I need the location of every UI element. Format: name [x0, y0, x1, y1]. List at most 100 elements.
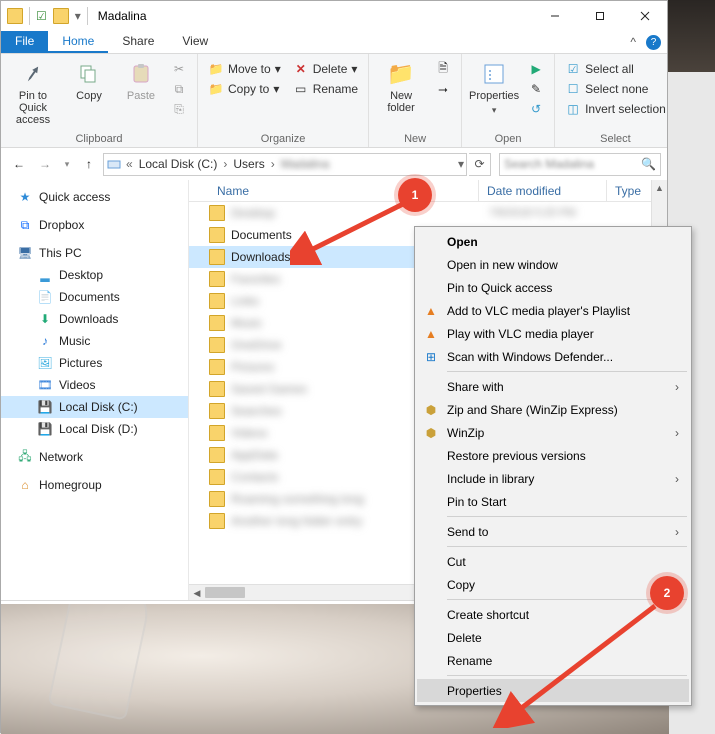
ctx-vlc-play[interactable]: ▲Play with VLC media player — [417, 322, 689, 345]
nav-homegroup[interactable]: ⌂Homegroup — [1, 474, 188, 496]
nav-network[interactable]: 🖧Network — [1, 446, 188, 468]
file-tab[interactable]: File — [1, 31, 48, 53]
ctx-vlc-playlist[interactable]: ▲Add to VLC media player's Playlist — [417, 299, 689, 322]
invert-selection-button[interactable]: ◫Invert selection — [561, 100, 670, 118]
nav-videos[interactable]: 🎞Videos — [1, 374, 188, 396]
ctx-delete[interactable]: Delete — [417, 626, 689, 649]
properties-button[interactable]: Properties▾ — [468, 58, 520, 116]
qa-dropdown-icon[interactable]: ▾ — [75, 9, 81, 23]
column-name[interactable]: Name — [189, 180, 479, 201]
copy-to-button[interactable]: 📁Copy to ▾ — [204, 80, 285, 98]
ctx-zip-share[interactable]: ⬢Zip and Share (WinZip Express) — [417, 398, 689, 421]
nav-documents[interactable]: 📄Documents — [1, 286, 188, 308]
nav-quick-access[interactable]: ★Quick access — [1, 186, 188, 208]
folder-icon — [53, 8, 69, 24]
nav-this-pc[interactable]: 🖥This PC — [1, 242, 188, 264]
ctx-cut[interactable]: Cut — [417, 550, 689, 573]
folder-move-icon: 📁 — [208, 61, 224, 77]
scroll-left-icon[interactable]: ◀ — [189, 585, 205, 601]
folder-copy-icon: 📁 — [208, 81, 224, 97]
scroll-up-icon[interactable]: ▲ — [652, 180, 667, 196]
nav-pictures[interactable]: 🖼Pictures — [1, 352, 188, 374]
breadcrumb-c0[interactable]: Local Disk (C:) — [135, 157, 222, 171]
ctx-copy[interactable]: Copy — [417, 573, 689, 596]
folder-icon — [209, 293, 225, 309]
nav-desktop[interactable]: ▂Desktop — [1, 264, 188, 286]
chevron-right-icon: › — [675, 525, 679, 539]
chevron-right-icon: › — [675, 380, 679, 394]
pc-icon: 🖥 — [17, 245, 33, 261]
new-folder-button[interactable]: 📁 New folder — [375, 58, 427, 114]
new-folder-icon: 📁 — [387, 60, 415, 88]
nav-music[interactable]: ♪Music — [1, 330, 188, 352]
up-button[interactable]: ↑ — [77, 152, 101, 176]
collapse-ribbon-icon[interactable]: ^ — [624, 31, 642, 53]
ctx-rename[interactable]: Rename — [417, 649, 689, 672]
chevron-right-icon: › — [675, 426, 679, 440]
ctx-send-to[interactable]: Send to› — [417, 520, 689, 543]
pin-icon — [19, 60, 47, 88]
recent-locations-button[interactable]: ▾ — [59, 152, 75, 176]
minimize-button[interactable] — [532, 2, 577, 30]
back-button[interactable]: ← — [7, 152, 31, 176]
new-item-button[interactable]: 🗎 — [431, 60, 455, 78]
help-icon[interactable]: ? — [646, 35, 661, 50]
nav-disk-c[interactable]: 💾Local Disk (C:) — [1, 396, 188, 418]
search-icon: 🔍 — [641, 157, 656, 171]
scroll-thumb[interactable] — [205, 587, 245, 598]
ctx-open[interactable]: Open — [417, 230, 689, 253]
tab-home[interactable]: Home — [48, 31, 108, 53]
folder-icon — [209, 513, 225, 529]
nav-disk-d[interactable]: 💾Local Disk (D:) — [1, 418, 188, 440]
homegroup-icon: ⌂ — [17, 477, 33, 493]
open-button[interactable]: ▶ — [524, 60, 548, 78]
vlc-icon: ▲ — [423, 326, 439, 342]
edit-button[interactable]: ✎ — [524, 80, 548, 98]
copy-button[interactable]: Copy — [63, 58, 115, 102]
paste-icon — [127, 60, 155, 88]
ctx-share-with[interactable]: Share with› — [417, 375, 689, 398]
ctx-create-shortcut[interactable]: Create shortcut — [417, 603, 689, 626]
history-button[interactable]: ↺ — [524, 100, 548, 118]
nav-downloads[interactable]: ⬇Downloads — [1, 308, 188, 330]
chevron-right-icon[interactable]: › — [221, 157, 229, 171]
maximize-button[interactable] — [577, 2, 622, 30]
music-icon: ♪ — [37, 333, 53, 349]
pin-to-quick-access-button[interactable]: Pin to Quick access — [7, 58, 59, 126]
ctx-defender[interactable]: ⊞Scan with Windows Defender... — [417, 345, 689, 368]
qa-check-icon: ☑ — [36, 9, 47, 23]
select-none-button[interactable]: ☐Select none — [561, 80, 670, 98]
rename-button[interactable]: ▭Rename — [289, 80, 362, 98]
easy-access-button[interactable]: ⭢ — [431, 80, 455, 98]
group-label-clipboard: Clipboard — [7, 133, 191, 147]
nav-dropbox[interactable]: ⧉Dropbox — [1, 214, 188, 236]
tab-view[interactable]: View — [168, 31, 222, 53]
folder-icon — [7, 8, 23, 24]
tab-share[interactable]: Share — [108, 31, 168, 53]
ctx-open-new-window[interactable]: Open in new window — [417, 253, 689, 276]
breadcrumb-c2[interactable]: Madalina — [277, 157, 334, 171]
search-input[interactable]: Search Madalina 🔍 — [499, 153, 661, 176]
delete-button[interactable]: ✕Delete ▾ — [289, 60, 362, 78]
move-to-button[interactable]: 📁Move to ▾ — [204, 60, 285, 78]
chevron-right-icon[interactable]: › — [269, 157, 277, 171]
drive-icon: 💾 — [37, 399, 53, 415]
column-date[interactable]: Date modified — [479, 180, 607, 201]
navigation-pane: ★Quick access ⧉Dropbox 🖥This PC ▂Desktop… — [1, 180, 189, 600]
scissors-icon: ✂ — [171, 61, 187, 77]
close-button[interactable] — [622, 2, 667, 30]
ctx-pin-quick-access[interactable]: Pin to Quick access — [417, 276, 689, 299]
refresh-button[interactable]: ⟳ — [469, 153, 491, 176]
ctx-properties[interactable]: Properties — [417, 679, 689, 702]
folder-icon — [209, 359, 225, 375]
breadcrumb-c1[interactable]: Users — [229, 157, 268, 171]
chevron-down-icon[interactable]: ▾ — [456, 157, 466, 171]
select-all-button[interactable]: ☑Select all — [561, 60, 670, 78]
ctx-include-library[interactable]: Include in library› — [417, 467, 689, 490]
ctx-winzip[interactable]: ⬢WinZip› — [417, 421, 689, 444]
address-bar[interactable]: « Local Disk (C:) › Users › Madalina ▾ — [103, 153, 467, 176]
ctx-pin-start[interactable]: Pin to Start — [417, 490, 689, 513]
folder-icon — [209, 381, 225, 397]
ctx-restore-versions[interactable]: Restore previous versions — [417, 444, 689, 467]
folder-icon — [209, 315, 225, 331]
